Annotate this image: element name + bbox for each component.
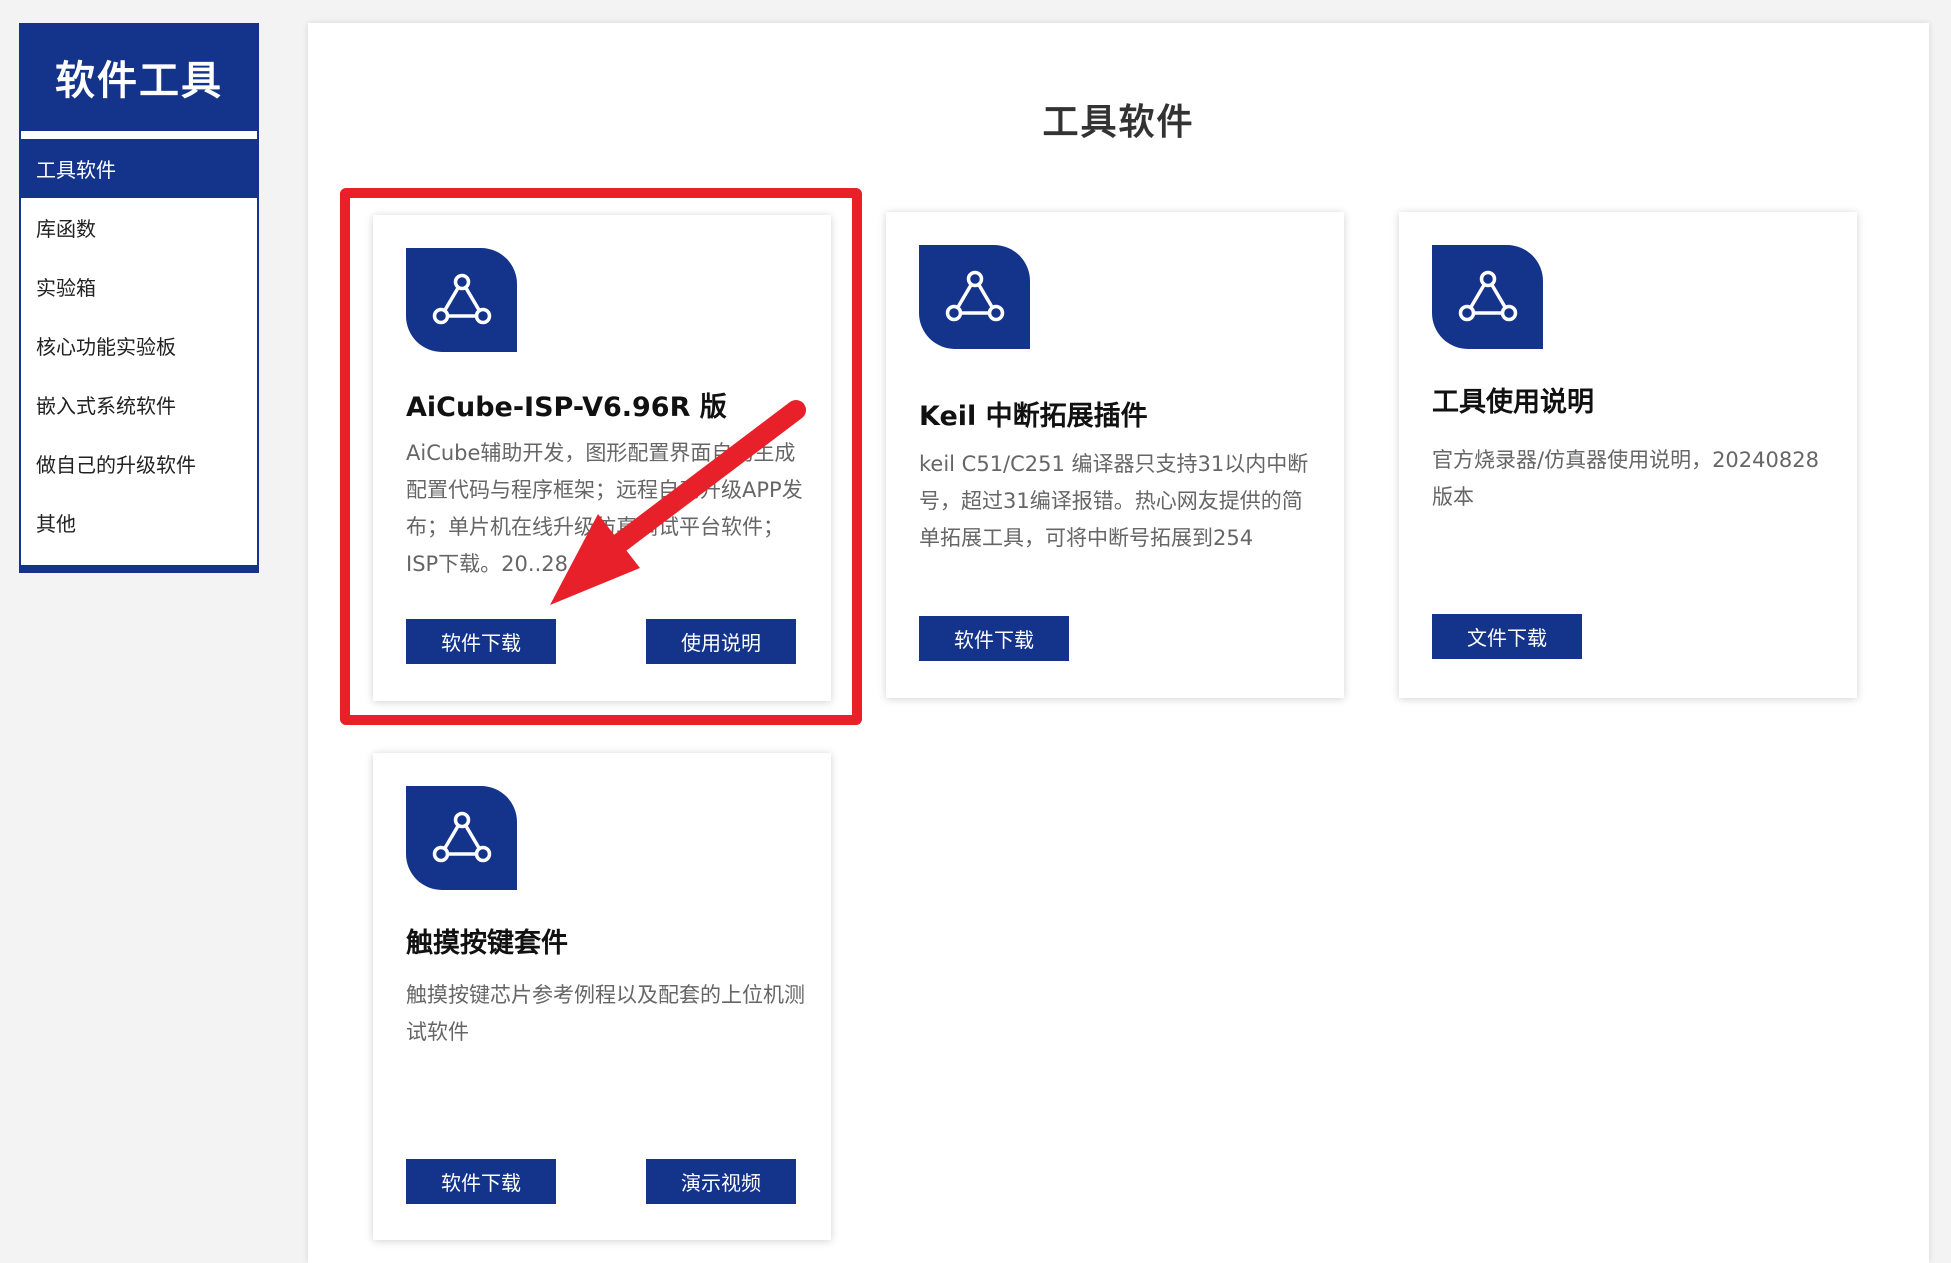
sidebar-item-core-board[interactable]: 核心功能实验板: [21, 316, 257, 375]
card-keil-plugin: Keil 中断拓展插件 keil C51/C251 编译器只支持31以内中断号，…: [886, 212, 1344, 698]
software-download-button[interactable]: 软件下载: [919, 616, 1069, 661]
card-title: 触摸按键套件: [406, 928, 568, 959]
red-highlight-box: [340, 188, 862, 725]
network-triangle-icon: [406, 786, 517, 890]
network-triangle-icon: [919, 245, 1030, 349]
demo-video-button[interactable]: 演示视频: [646, 1159, 796, 1204]
card-touch-key: 触摸按键套件 触摸按键芯片参考例程以及配套的上位机测试软件 软件下载 演示视频: [373, 753, 831, 1240]
sidebar-item-lab-box[interactable]: 实验箱: [21, 257, 257, 316]
sidebar-item-library[interactable]: 库函数: [21, 198, 257, 257]
sidebar-item-upgrade[interactable]: 做自己的升级软件: [21, 434, 257, 493]
sidebar: 软件工具 工具软件 库函数 实验箱 核心功能实验板 嵌入式系统软件 做自己的升级…: [19, 23, 259, 573]
network-triangle-icon: [1432, 245, 1543, 349]
card-description: keil C51/C251 编译器只支持31以内中断号，超过31编译报错。热心网…: [919, 452, 1309, 550]
sidebar-item-other[interactable]: 其他: [21, 493, 257, 552]
card-description: 官方烧录器/仿真器使用说明，20240828版本: [1432, 448, 1819, 509]
card-title: 工具使用说明: [1432, 387, 1594, 418]
sidebar-bottom-bar: [19, 565, 259, 571]
file-download-button[interactable]: 文件下载: [1432, 614, 1582, 659]
card-description: 触摸按键芯片参考例程以及配套的上位机测试软件: [406, 983, 805, 1044]
page-title: 工具软件: [1042, 102, 1195, 143]
sidebar-item-embedded[interactable]: 嵌入式系统软件: [21, 375, 257, 434]
card-tool-guide: 工具使用说明 官方烧录器/仿真器使用说明，20240828版本 文件下载: [1399, 212, 1857, 698]
card-title: Keil 中断拓展插件: [919, 401, 1148, 432]
software-download-button[interactable]: 软件下载: [406, 1159, 556, 1204]
sidebar-title: 软件工具: [21, 23, 257, 131]
sidebar-item-tools[interactable]: 工具软件: [21, 139, 257, 198]
